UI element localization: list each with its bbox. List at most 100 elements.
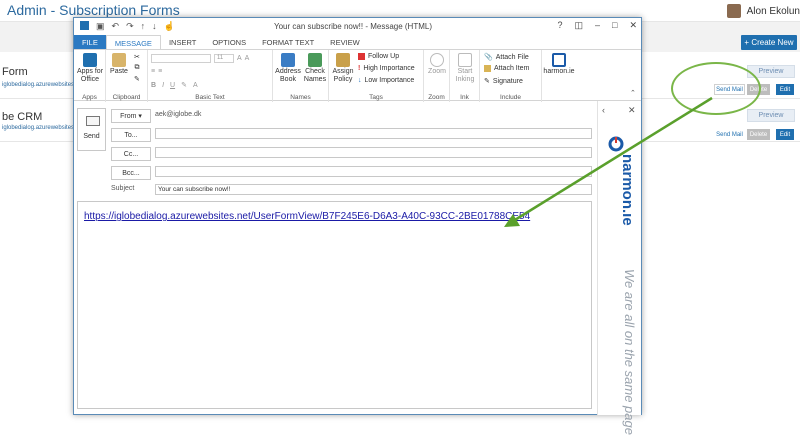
form-name: Form: [2, 66, 28, 78]
paperclip-icon: 📎: [484, 54, 493, 61]
edit-button[interactable]: Edit: [776, 84, 794, 95]
help-icon[interactable]: ?: [557, 20, 562, 31]
flag-icon: [358, 53, 365, 60]
exclamation-icon: !: [358, 65, 361, 72]
tab-insert[interactable]: INSERT: [161, 35, 204, 50]
clipboard-tools: ✂ ⧉ ✎: [134, 53, 140, 83]
minimize-icon[interactable]: –: [595, 20, 600, 31]
outlook-icon[interactable]: [80, 21, 89, 30]
cut-icon[interactable]: ✂: [134, 53, 140, 61]
maximize-icon[interactable]: □: [612, 20, 617, 31]
attach-file-button[interactable]: 📎 Attach File: [484, 53, 529, 62]
cc-field[interactable]: [155, 147, 592, 158]
collapse-panel-icon[interactable]: ‹: [602, 105, 605, 115]
check-names-button[interactable]: Check Names: [302, 53, 328, 83]
ribbon-tabs: FILE MESSAGE INSERT OPTIONS FORMAT TEXT …: [74, 35, 641, 50]
send-button[interactable]: Send: [77, 108, 106, 151]
bold-icon[interactable]: B: [151, 82, 156, 89]
low-importance-button[interactable]: ↓ Low Importance: [358, 77, 414, 84]
close-icon[interactable]: ✕: [629, 20, 637, 31]
attach-item-icon: [484, 65, 491, 72]
undo-icon[interactable]: ↶: [112, 21, 120, 32]
harmonie-button[interactable]: harmon.ie: [543, 53, 575, 76]
bcc-button[interactable]: Bcc...: [111, 166, 151, 180]
window-title: Your can subscribe now!! - Message (HTML…: [274, 22, 432, 31]
high-importance-button[interactable]: ! High Importance: [358, 65, 415, 72]
edit-button[interactable]: Edit: [776, 129, 794, 140]
tab-review[interactable]: REVIEW: [322, 35, 368, 50]
up-icon[interactable]: ↑: [141, 21, 146, 32]
save-icon[interactable]: ▣: [96, 21, 105, 32]
to-field[interactable]: [155, 128, 592, 139]
message-body[interactable]: https://iglobedialog.azurewebsites.net/U…: [77, 201, 592, 409]
shrink-font-icon[interactable]: A: [245, 55, 250, 62]
paste-button[interactable]: Paste: [108, 53, 130, 76]
font-controls: 11 A A: [151, 54, 249, 63]
pen-icon: [458, 53, 472, 67]
window-controls: ? ◫ – □ ✕: [557, 20, 637, 31]
form-name: be CRM: [2, 111, 43, 123]
to-button[interactable]: To...: [111, 128, 151, 142]
subject-field[interactable]: Your can subscribe now!!: [155, 184, 592, 195]
underline-icon[interactable]: U: [170, 82, 175, 89]
user-name: Alon Ekolun: [746, 5, 800, 17]
tab-file[interactable]: FILE: [74, 35, 106, 50]
create-new-button[interactable]: + Create New: [741, 35, 797, 50]
bcc-field[interactable]: [155, 166, 592, 177]
format-controls: B I U ✎ A: [151, 81, 198, 90]
down-icon[interactable]: ↓: [152, 21, 157, 32]
font-size-box[interactable]: 11: [214, 54, 234, 63]
body-link[interactable]: https://iglobedialog.azurewebsites.net/U…: [84, 211, 530, 222]
redo-icon[interactable]: ↷: [126, 21, 134, 32]
page-title: Admin - Subscription Forms: [7, 2, 180, 18]
group-label: Names: [290, 94, 311, 101]
apps-for-office-button[interactable]: Apps for Office: [75, 53, 105, 83]
names-group: Address Book Check Names Names: [273, 50, 329, 102]
font-color-icon[interactable]: A: [193, 82, 198, 89]
signature-icon: ✎: [484, 78, 490, 85]
start-inking-button[interactable]: Start Inking: [452, 53, 478, 83]
zoom-button[interactable]: Zoom: [426, 53, 448, 76]
delete-button[interactable]: Delete: [747, 129, 770, 140]
harmonie-logo: harmon.ie: [608, 136, 631, 226]
include-group: 📎 Attach File Attach Item ✎ Signature Incl…: [480, 50, 542, 102]
italic-icon[interactable]: I: [162, 82, 164, 89]
tags-group: Assign Policy Follow Up ! High Importance…: [329, 50, 424, 102]
follow-up-button[interactable]: Follow Up: [358, 53, 399, 60]
touch-icon[interactable]: ☝: [164, 21, 175, 32]
grow-font-icon[interactable]: A: [237, 55, 242, 62]
collapse-ribbon-icon[interactable]: ⌃: [630, 90, 636, 98]
address-book-icon: [281, 53, 295, 67]
send-mail-button[interactable]: Send Mail: [714, 129, 745, 140]
preview-button[interactable]: Preview: [747, 109, 795, 122]
tab-message[interactable]: MESSAGE: [105, 35, 161, 50]
tab-options[interactable]: OPTIONS: [204, 35, 254, 50]
assign-policy-button[interactable]: Assign Policy: [331, 53, 355, 83]
group-label: Zoom: [428, 94, 445, 101]
group-label: Apps: [82, 94, 97, 101]
attach-item-button[interactable]: Attach Item: [484, 65, 529, 72]
address-book-button[interactable]: Address Book: [275, 53, 301, 83]
format-painter-icon[interactable]: ✎: [134, 75, 140, 83]
brand-text: harmon.ie: [619, 154, 631, 226]
close-panel-icon[interactable]: ✕: [628, 105, 636, 116]
copy-icon[interactable]: ⧉: [134, 64, 139, 72]
highlight-icon[interactable]: ✎: [181, 81, 187, 89]
cc-button[interactable]: Cc...: [111, 147, 151, 161]
ribbon-display-icon[interactable]: ◫: [574, 20, 583, 31]
office-apps-icon: [83, 53, 97, 67]
message-window: ▣ ↶ ↷ ↑ ↓ ☝ Your can subscribe now!! - M…: [73, 17, 642, 435]
group-label: Basic Text: [195, 94, 225, 101]
from-button[interactable]: From ▾: [111, 109, 151, 123]
signature-button[interactable]: ✎ Signature: [484, 77, 523, 86]
tab-format-text[interactable]: FORMAT TEXT: [254, 35, 322, 50]
quick-access-toolbar: ▣ ↶ ↷ ↑ ↓ ☝: [80, 21, 175, 32]
user-menu[interactable]: Alon Ekolun: [726, 4, 800, 18]
font-name-box[interactable]: [151, 54, 211, 63]
apps-group: Apps for Office Apps: [74, 50, 106, 102]
bullets-icon[interactable]: ≡: [151, 68, 155, 75]
numbering-icon[interactable]: ≡: [158, 68, 162, 75]
ink-group: Start Inking Ink: [450, 50, 480, 102]
arrow-down-icon: ↓: [358, 77, 362, 84]
ribbon: Apps for Office Apps Paste ✂ ⧉ ✎ Clipboa…: [74, 49, 641, 102]
